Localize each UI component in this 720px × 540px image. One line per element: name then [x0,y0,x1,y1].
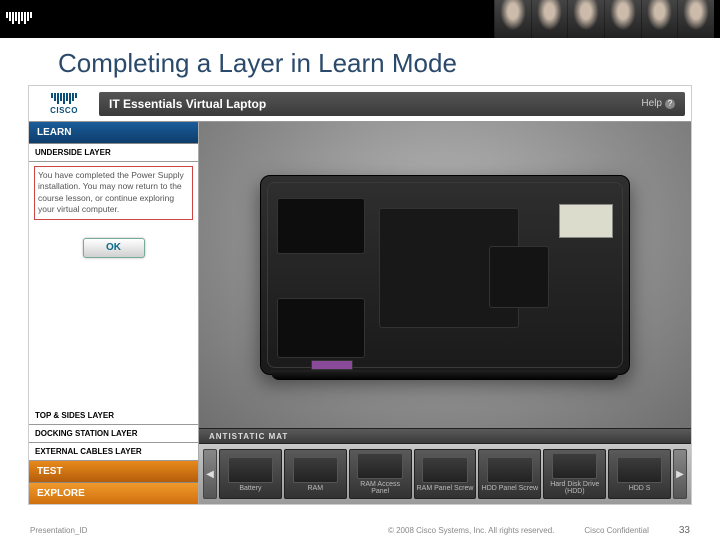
footer-presentation-id: Presentation_ID [30,526,87,535]
tray-label: RAM [308,485,324,492]
cisco-logo-text: CISCO [50,106,78,115]
cisco-bars-icon [6,12,32,24]
completion-message: You have completed the Power Supply inst… [34,166,193,220]
footer-confidential: Cisco Confidential [584,526,648,535]
layer-content-panel: You have completed the Power Supply inst… [29,162,198,407]
slide-title: Completing a Layer in Learn Mode [0,38,720,85]
tray-item-ram-screw[interactable]: RAM Panel Screw [414,449,477,499]
tray-label: RAM Panel Screw [417,485,474,492]
cisco-logo-top [6,12,32,26]
cisco-logo-app: CISCO [29,93,99,115]
layer-underside[interactable]: UNDERSIDE LAYER [29,144,198,162]
tray-label: HDD S [629,485,651,492]
main-panel: ANTISTATIC MAT ◀ Battery RAM RAM Access … [199,122,691,504]
tray-item-ram[interactable]: RAM [284,449,347,499]
panel-thumb-icon [357,453,402,479]
hdd-thumb-icon [617,457,662,483]
virtual-laptop-app: CISCO IT Essentials Virtual Laptop Help … [28,85,692,505]
component-bay[interactable] [277,298,365,358]
mode-tab-test[interactable]: TEST [29,461,198,483]
mode-tab-learn[interactable]: LEARN [29,122,198,144]
app-titlebar: IT Essentials Virtual Laptop Help ? [99,92,685,116]
tray-item-hdd-screw[interactable]: HDD Panel Screw [478,449,541,499]
help-icon: ? [665,99,675,109]
layer-top-sides[interactable]: TOP & SIDES LAYER [29,407,198,425]
tray-label: RAM Access Panel [352,481,409,495]
tray-item-battery[interactable]: Battery [219,449,282,499]
tray-item-hdd[interactable]: Hard Disk Drive (HDD) [543,449,606,499]
ram-thumb-icon [293,457,338,483]
laptop-viewport[interactable] [199,122,691,428]
screw-thumb-icon [487,457,532,483]
tray-label: Hard Disk Drive (HDD) [546,481,603,495]
tray-label: HDD Panel Screw [482,485,538,492]
app-body: LEARN UNDERSIDE LAYER You have completed… [29,122,691,504]
parallel-port [311,360,353,370]
slide-topbar [0,0,720,38]
tray-label: Battery [239,485,261,492]
ok-button[interactable]: OK [83,238,145,258]
screw-thumb-icon [422,457,467,483]
tray-item-ram-panel[interactable]: RAM Access Panel [349,449,412,499]
help-label: Help [641,98,662,109]
ram-bay[interactable] [489,246,549,308]
footer-copyright: © 2008 Cisco Systems, Inc. All rights re… [388,526,554,535]
spec-sticker [559,204,613,238]
app-title: IT Essentials Virtual Laptop [109,97,266,111]
antistatic-mat-label: ANTISTATIC MAT [199,428,691,444]
help-button[interactable]: Help ? [641,98,675,109]
battery-thumb-icon [228,457,273,483]
footer-page-number: 33 [679,525,690,536]
layer-docking-station[interactable]: DOCKING STATION LAYER [29,425,198,443]
sidebar: LEARN UNDERSIDE LAYER You have completed… [29,122,199,504]
battery-bay[interactable] [277,198,365,254]
app-header: CISCO IT Essentials Virtual Laptop Help … [29,86,691,122]
hdd-thumb-icon [552,453,597,479]
mode-tab-explore[interactable]: EXPLORE [29,483,198,504]
laptop-underside[interactable] [260,175,630,375]
cisco-bars-icon [51,93,77,104]
tray-next-button[interactable]: ▶ [673,449,687,499]
layer-external-cables[interactable]: EXTERNAL CABLES LAYER [29,443,198,461]
slide-footer: Presentation_ID © 2008 Cisco Systems, In… [0,525,720,536]
header-photo-strip [494,0,714,38]
laptop-hinge [271,370,619,380]
tray-item-hdd-s[interactable]: HDD S [608,449,671,499]
component-tray: ◀ Battery RAM RAM Access Panel RAM Panel… [199,444,691,504]
tray-prev-button[interactable]: ◀ [203,449,217,499]
